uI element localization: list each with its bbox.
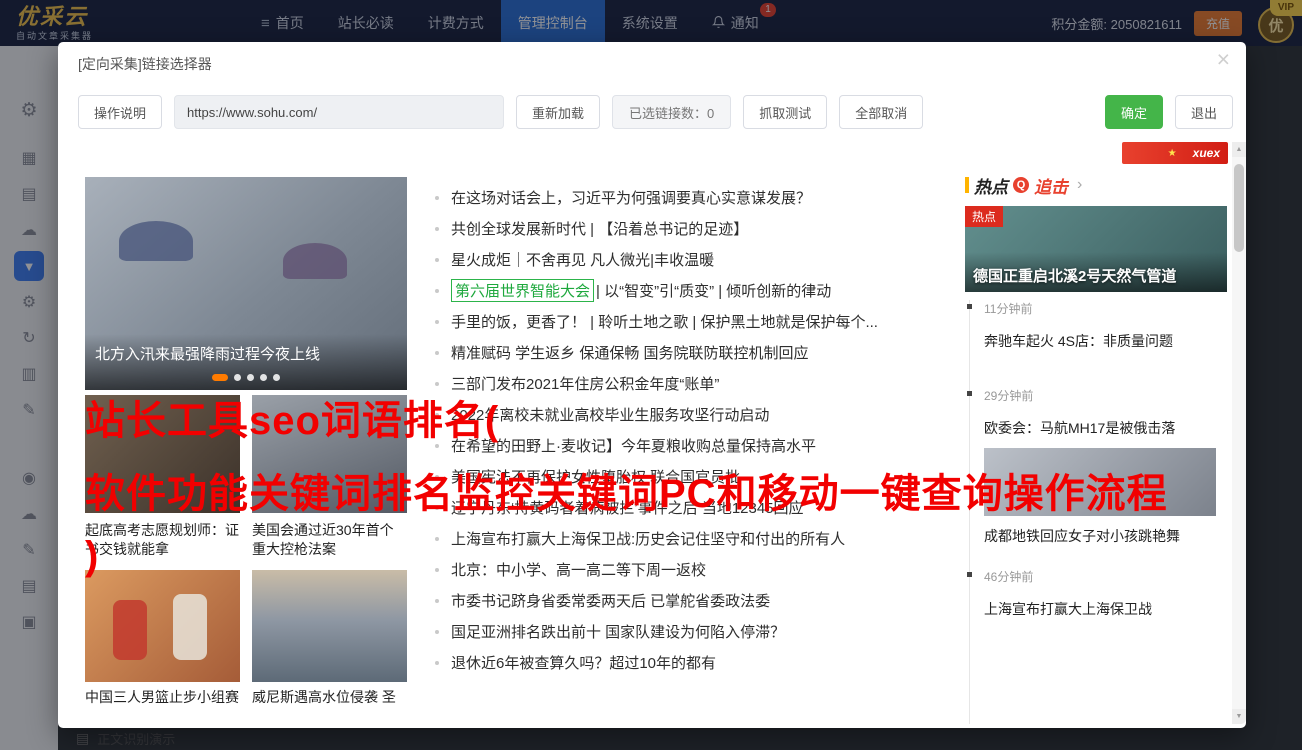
news-link[interactable]: 北京：中小学、高一高二等下周一返校	[435, 554, 962, 585]
promo-banner[interactable]: ★ xuex	[1122, 142, 1228, 164]
scrollbar-thumb[interactable]	[1234, 164, 1244, 252]
news-card-title[interactable]: 美国会通过近30年首个重大控枪法案	[252, 521, 407, 559]
bullet-icon	[435, 443, 439, 448]
hot-main-card[interactable]: 热点 德国正重启北溪2号天然气管道	[965, 206, 1227, 292]
bullet-icon	[435, 288, 439, 293]
news-link[interactable]: 辽宁丹东‘持黄码者着病被拦’事件之后 当地12345回应	[435, 492, 962, 523]
news-card-title[interactable]: 威尼斯遇高水位侵袭 圣	[252, 688, 408, 707]
carousel-dot-active[interactable]	[212, 374, 228, 381]
accent-bar	[965, 177, 969, 193]
news-link-selected[interactable]: 第六届世界智能大会 | 以“智变”引“质变” | 倾听创新的律动	[435, 275, 962, 306]
hot-pursuit-icon: Q	[1013, 177, 1029, 193]
hot-tag: 热点	[965, 206, 1004, 227]
carousel-caption-bar: 北方入汛来最强降雨过程今夜上线	[85, 334, 407, 390]
carousel-dot[interactable]	[260, 374, 267, 381]
carousel-dot[interactable]	[273, 374, 280, 381]
timeline-link[interactable]: 上海宣布打赢大上海保卫战	[984, 599, 1221, 619]
news-link[interactable]: 手里的饭，更香了！ | 聆听土地之歌 | 保护黑土地就是保护每个...	[435, 306, 962, 337]
page-preview: ★ xuex 北方入汛来最强降雨过程今夜上线 在这场对话会上，习近平为何强调要真…	[58, 142, 1246, 724]
reload-button[interactable]: 重新加载	[516, 95, 601, 129]
hot-title-suffix: 追击	[1034, 177, 1068, 197]
hot-card-caption: 德国正重启北溪2号天然气管道	[973, 268, 1177, 285]
bullet-icon	[435, 629, 439, 634]
timeline-link[interactable]: 欧委会：马航MH17是被俄击落	[984, 418, 1221, 438]
bullet-icon	[435, 257, 439, 262]
carousel-dot[interactable]	[234, 374, 241, 381]
carousel-dots	[85, 374, 407, 381]
news-thumbnail[interactable]	[984, 448, 1216, 516]
scroll-down-icon[interactable]: ▼	[1232, 709, 1246, 724]
star-icon: ★	[1167, 147, 1177, 159]
news-image[interactable]	[85, 570, 240, 682]
timeline-link[interactable]: 奔驰车起火 4S店：非质量问题	[984, 331, 1221, 351]
vertical-scrollbar[interactable]: ▲ ▼	[1232, 142, 1246, 724]
hot-panel-header[interactable]: 热点 Q 追击 ›	[965, 174, 1227, 197]
link-selector-modal: [定向采集]链接选择器 × 操作说明 重新加载 已选链接数：0 抓取测试 全部取…	[58, 42, 1246, 728]
selected-count: 已选链接数：0	[612, 95, 732, 129]
news-card-title[interactable]: 中国三人男篮止步小组赛	[85, 688, 245, 707]
hot-title-prefix: 热点	[974, 177, 1008, 197]
news-list: 在这场对话会上，习近平为何强调要真心实意谋发展？ 共创全球发展新时代 | 【沿着…	[435, 182, 962, 678]
bullet-icon	[435, 505, 439, 510]
chevron-right-icon: ›	[1077, 176, 1083, 193]
news-link[interactable]: 在希望的田野上·麦收记】今年夏粮收购总量保持高水平	[435, 430, 962, 461]
news-link[interactable]: 美国宪法不再保护女性堕胎权 联合国官员批	[435, 461, 962, 492]
news-link[interactable]: 退休近6年被查算久吗？超过10年的都有	[435, 647, 962, 678]
bullet-icon	[435, 319, 439, 324]
news-link[interactable]: 共创全球发展新时代 | 【沿着总书记的足迹】	[435, 213, 962, 244]
timeline-timestamp: 29分钟前	[967, 387, 1221, 404]
bullet-icon	[435, 660, 439, 665]
bullet-icon	[435, 195, 439, 200]
news-link[interactable]: 精准赋码 学生返乡 保通保畅 国务院联防联控机制回应	[435, 337, 962, 368]
modal-title: [定向采集]链接选择器	[78, 56, 212, 72]
bullet-icon	[435, 567, 439, 572]
news-image[interactable]	[252, 395, 407, 513]
news-link[interactable]: 上海宣布打赢大上海保卫战:历史会记住坚守和付出的所有人	[435, 523, 962, 554]
news-link[interactable]: 在这场对话会上，习近平为何强调要真心实意谋发展？	[435, 182, 962, 213]
modal-toolbar: 操作说明 重新加载 已选链接数：0 抓取测试 全部取消 确定 退出	[78, 95, 1233, 129]
bullet-icon	[435, 412, 439, 417]
fetch-test-button[interactable]: 抓取测试	[743, 95, 828, 129]
close-icon[interactable]: ×	[1217, 46, 1230, 73]
bullet-icon	[435, 598, 439, 603]
news-image[interactable]	[252, 570, 407, 682]
news-image[interactable]	[85, 395, 240, 513]
news-link[interactable]: 国足亚洲排名跌出前十 国家队建设为何陷入停滞？	[435, 616, 962, 647]
exit-button[interactable]: 退出	[1174, 95, 1233, 129]
news-link[interactable]: 市委书记跻身省委常委两天后 已掌舵省委政法委	[435, 585, 962, 616]
timeline-link[interactable]: 成都地铁回应女子对小孩跳艳舞	[984, 526, 1221, 546]
bullet-icon	[435, 350, 439, 355]
carousel-dot[interactable]	[247, 374, 254, 381]
hot-panel: 热点 Q 追击 › 热点 德国正重启北溪2号天然气管道 11分钟前 奔驰车起火 …	[965, 174, 1227, 724]
bullet-icon	[435, 536, 439, 541]
promo-banner-text: xuex	[1192, 146, 1220, 160]
bullet-icon	[435, 474, 439, 479]
timeline-timestamp: 11分钟前	[967, 300, 1221, 317]
bullet-icon	[435, 226, 439, 231]
bullet-icon	[435, 381, 439, 386]
news-card-title[interactable]: 起底高考志愿规划师：证书交钱就能拿	[85, 521, 240, 559]
news-link[interactable]: 星火成炬｜不舍再见 凡人微光|丰收温暖	[435, 244, 962, 275]
selected-link-highlight: 第六届世界智能大会	[451, 279, 595, 302]
timeline-timestamp: 46分钟前	[967, 568, 1221, 585]
cancel-all-button[interactable]: 全部取消	[839, 95, 924, 129]
hot-timeline: 11分钟前 奔驰车起火 4S店：非质量问题 29分钟前 欧委会：马航MH17是被…	[967, 300, 1221, 724]
confirm-button[interactable]: 确定	[1104, 95, 1163, 129]
news-link[interactable]: 2022年离校未就业高校毕业生服务攻坚行动启动	[435, 399, 962, 430]
help-button[interactable]: 操作说明	[78, 95, 163, 129]
carousel[interactable]: 北方入汛来最强降雨过程今夜上线	[85, 177, 407, 390]
url-input[interactable]	[174, 95, 505, 129]
news-link[interactable]: 三部门发布2021年住房公积金年度“账单”	[435, 368, 962, 399]
carousel-caption: 北方入汛来最强降雨过程今夜上线	[95, 346, 321, 363]
scroll-up-icon[interactable]: ▲	[1232, 142, 1246, 157]
